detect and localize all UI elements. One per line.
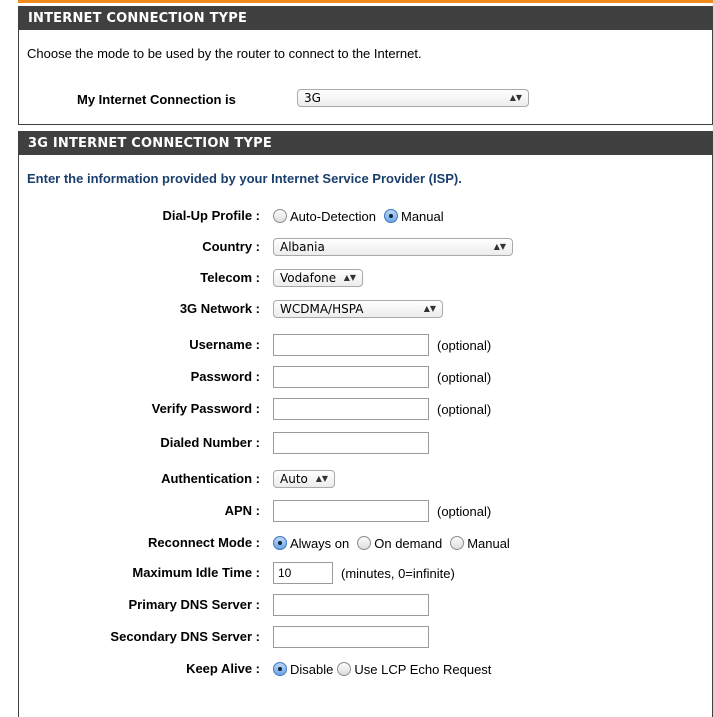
authentication-row: Authentication : Auto ▲▼ [19,468,712,490]
section-title: INTERNET CONNECTION TYPE [19,6,712,30]
optional-note: (optional) [437,503,492,519]
radio-icon[interactable] [273,209,287,223]
radio-on-demand[interactable]: On demand [357,536,442,551]
radio-label: On demand [374,535,443,551]
country-select[interactable]: Albania ▲▼ [273,238,513,256]
dialed-number-input[interactable] [273,432,429,454]
updown-arrow-icon: ▲▼ [423,304,436,313]
authentication-value: Auto [280,472,308,486]
verify-password-label: Verify Password : [151,401,260,416]
3g-network-select[interactable]: WCDMA/HSPA ▲▼ [273,300,443,318]
authentication-label: Authentication : [161,471,260,486]
telecom-label: Telecom : [200,270,260,285]
radio-icon[interactable] [450,536,465,550]
radio-selected-icon[interactable] [273,662,287,676]
updown-arrow-icon: ▲▼ [493,242,506,251]
primary-dns-input[interactable] [273,594,429,616]
radio-selected-icon[interactable] [384,209,398,223]
section-intro: Choose the mode to be used by the router… [27,46,422,61]
username-input[interactable] [273,334,429,356]
max-idle-time-label: Maximum Idle Time : [132,565,260,580]
radio-label: Always on [290,535,350,551]
radio-manual-reconnect[interactable]: Manual [450,536,510,551]
verify-password-row: Verify Password : (optional) [19,398,712,420]
apn-row: APN : (optional) [19,500,712,522]
telecom-select[interactable]: Vodafone ▲▼ [273,269,363,287]
radio-icon[interactable] [337,662,352,676]
keep-alive-label: Keep Alive : [186,661,260,676]
reconnect-mode-row: Reconnect Mode : Always on On demand Man… [19,532,712,554]
radio-label: Use LCP Echo Request [354,661,492,677]
secondary-dns-label: Secondary DNS Server : [110,629,260,644]
authentication-select[interactable]: Auto ▲▼ [273,470,335,488]
dialup-profile-label: Dial-Up Profile : [162,208,260,223]
updown-arrow-icon: ▲▼ [315,474,328,483]
telecom-value: Vodafone [280,271,337,285]
reconnect-mode-label: Reconnect Mode : [148,535,260,550]
primary-dns-row: Primary DNS Server : [19,594,712,616]
apn-input[interactable] [273,500,429,522]
radio-disable[interactable]: Disable [273,662,333,677]
3g-connection-type-panel: 3G INTERNET CONNECTION TYPE Enter the in… [18,131,713,717]
secondary-dns-input[interactable] [273,626,429,648]
internet-connection-type-panel: INTERNET CONNECTION TYPE Choose the mode… [18,6,713,125]
radio-label: Manual [401,208,444,224]
radio-icon[interactable] [357,536,372,550]
radio-label: Auto-Detection [290,208,376,224]
dialed-number-row: Dialed Number : [19,432,712,454]
radio-manual[interactable]: Manual [384,209,444,224]
idle-time-note: (minutes, 0=infinite) [341,565,455,581]
top-accent-line [18,0,713,3]
secondary-dns-row: Secondary DNS Server : [19,626,712,648]
3g-network-label: 3G Network : [179,301,260,316]
max-idle-time-row: Maximum Idle Time : (minutes, 0=infinite… [19,562,712,584]
username-row: Username : (optional) [19,334,712,356]
radio-label: Disable [290,661,334,677]
dialed-number-label: Dialed Number : [160,435,260,450]
country-value: Albania [280,240,325,254]
max-idle-time-input[interactable] [273,562,333,584]
radio-always-on[interactable]: Always on [273,536,349,551]
apn-label: APN : [224,503,260,518]
password-label: Password : [190,369,260,384]
optional-note: (optional) [437,337,492,353]
telecom-row: Telecom : Vodafone ▲▼ [19,267,712,289]
password-input[interactable] [273,366,429,388]
3g-network-row: 3G Network : WCDMA/HSPA ▲▼ [19,298,712,320]
radio-label: Manual [467,535,510,551]
verify-password-input[interactable] [273,398,429,420]
optional-note: (optional) [437,401,492,417]
dialup-profile-row: Dial-Up Profile : Auto-Detection Manual [19,205,712,227]
username-label: Username : [189,337,260,352]
connection-label: My Internet Connection is [77,92,236,107]
section-intro: Enter the information provided by your I… [27,171,462,186]
updown-arrow-icon: ▲▼ [343,273,356,282]
password-row: Password : (optional) [19,366,712,388]
country-label: Country : [202,239,260,254]
optional-note: (optional) [437,369,492,385]
updown-arrow-icon: ▲▼ [509,93,522,102]
primary-dns-label: Primary DNS Server : [128,597,260,612]
radio-selected-icon[interactable] [273,536,287,550]
section-title: 3G INTERNET CONNECTION TYPE [19,131,712,155]
radio-auto-detection[interactable]: Auto-Detection [273,209,376,224]
3g-network-value: WCDMA/HSPA [280,302,364,316]
connection-type-select[interactable]: 3G ▲▼ [297,89,529,107]
country-row: Country : Albania ▲▼ [19,236,712,258]
keep-alive-row: Keep Alive : Disable Use LCP Echo Reques… [19,658,712,680]
connection-type-value: 3G [304,91,321,105]
radio-lcp-echo[interactable]: Use LCP Echo Request [337,662,491,677]
